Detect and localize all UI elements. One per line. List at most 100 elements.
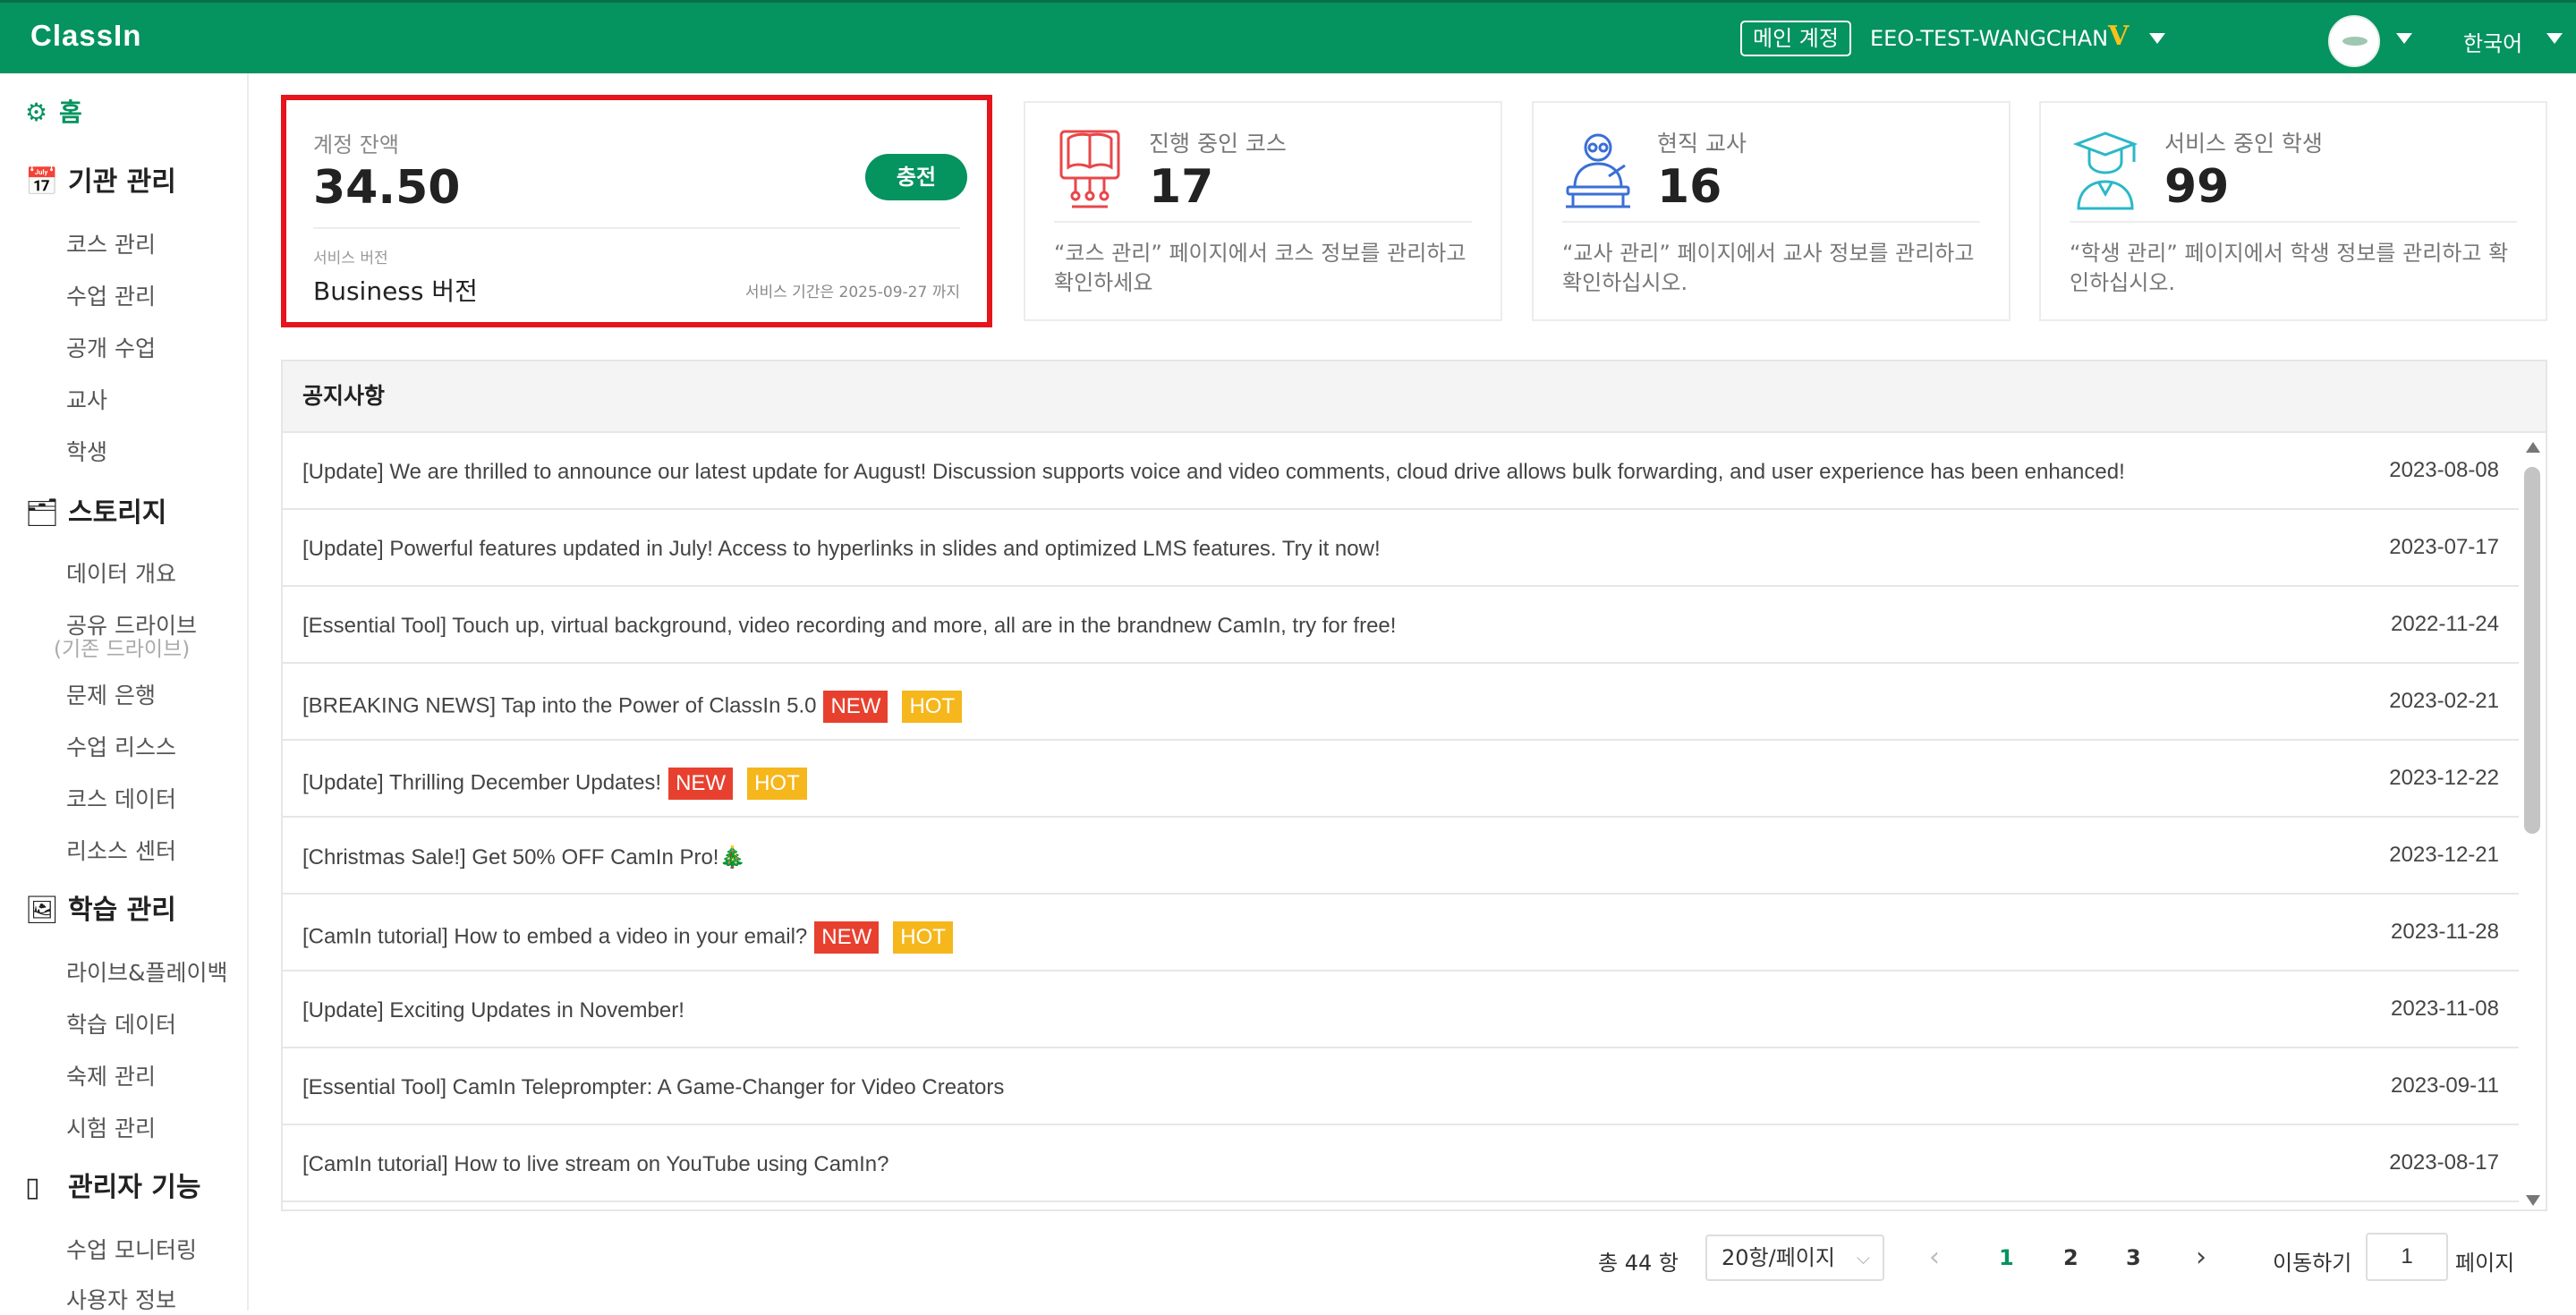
sidebar-section-institution: 📅 기관 관리 <box>25 166 176 198</box>
charge-button[interactable]: 충전 <box>865 154 967 200</box>
notice-title[interactable]: [Update] Thrilling December Updates! NEW H… <box>302 768 807 800</box>
notice-row[interactable]: [BREAKING NEWS] Tap into the Power of Cl… <box>283 664 2519 741</box>
page-3-link[interactable]: 3 <box>2126 1245 2141 1295</box>
sidebar-item-question-bank[interactable]: 문제 은행 <box>66 678 156 710</box>
sidebar: ⚙ 홈 📅 기관 관리 코스 관리 수업 관리 공개 수업 교사 학생 🗂 스토리지 … <box>0 73 249 1313</box>
notice-row[interactable]: [Update] Powerful features updated in Ju… <box>283 510 2519 587</box>
notice-title[interactable]: [Essential Tool] Touch up, virtual backg… <box>302 614 1396 639</box>
notice-date: 2023-12-21 <box>2389 843 2499 867</box>
sidebar-item-course-management[interactable]: 코스 관리 <box>66 227 156 259</box>
notice-title[interactable]: [CamIn tutorial] How to embed a video in… <box>302 921 953 954</box>
notice-date: 2022-11-24 <box>2391 612 2499 636</box>
active-courses-description: “코스 관리” 페이지에서 코스 정보를 관리하고 확인하세요 <box>1054 241 1467 295</box>
language-chevron-down-icon[interactable] <box>2546 33 2563 44</box>
scroll-up-arrow-icon[interactable] <box>2526 442 2540 453</box>
notice-title[interactable]: [Update] We are thrilled to announce our… <box>302 460 2125 485</box>
new-badge: NEW <box>814 921 880 954</box>
active-courses-card[interactable]: 진행 중인 코스 17 “코스 관리” 페이지에서 코스 정보를 관리하고 확인… <box>1024 101 1502 321</box>
scroll-down-arrow-icon[interactable] <box>2526 1195 2540 1206</box>
notice-title[interactable]: [Update] Exciting Updates in November! <box>302 998 684 1023</box>
active-courses-label: 진행 중인 코스 <box>1149 131 1287 157</box>
account-balance-card: 계정 잔액 34.50 충전 서비스 버전 Business 버전 서비스 기간… <box>281 95 992 327</box>
active-students-card[interactable]: 서비스 중인 학생 99 “학생 관리” 페이지에서 학생 정보를 관리하고 확… <box>2039 101 2547 321</box>
sidebar-item-home[interactable]: ⚙ 홈 <box>25 93 82 129</box>
jump-page-input[interactable] <box>2366 1233 2448 1281</box>
service-period: 서비스 기간은 2025-09-27 까지 <box>744 284 960 301</box>
avatar[interactable] <box>2328 15 2380 67</box>
page-1-link[interactable]: 1 <box>1999 1245 2014 1295</box>
sidebar-item-legacy-drive-note: (기존 드라이브) <box>54 638 191 661</box>
active-courses-count: 17 <box>1149 160 1214 214</box>
sidebar-item-learning-data[interactable]: 학습 데이터 <box>66 1007 176 1039</box>
notice-title[interactable]: [Update] Powerful features updated in Ju… <box>302 537 1381 562</box>
chevron-down-icon: ⌵ <box>1856 1247 1870 1268</box>
notice-date: 2023-09-11 <box>2391 1073 2499 1098</box>
vip-icon: V <box>2108 21 2130 52</box>
active-teachers-description: “교사 관리” 페이지에서 교사 정보를 관리하고 확인하십시오. <box>1562 241 1975 295</box>
top-bar: ClassIn 메인 계정 EEO-TEST-WANGCHAN V 한국어 <box>0 0 2576 73</box>
sidebar-item-class-management[interactable]: 수업 관리 <box>66 279 156 311</box>
page-2-link[interactable]: 2 <box>2063 1245 2079 1295</box>
sidebar-item-teachers[interactable]: 교사 <box>66 383 107 415</box>
balance-label: 계정 잔액 <box>313 132 399 157</box>
notice-scrollbar[interactable] <box>2521 435 2544 1209</box>
sidebar-item-class-monitoring[interactable]: 수업 모니터링 <box>66 1233 197 1265</box>
notice-row[interactable]: [Update] Exciting Updates in November! 2… <box>283 971 2519 1048</box>
sidebar-item-data-overview[interactable]: 데이터 개요 <box>66 556 176 589</box>
classin-logo[interactable]: ClassIn <box>30 19 141 53</box>
sidebar-item-class-resources[interactable]: 수업 리스스 <box>66 730 176 762</box>
sidebar-item-exams[interactable]: 시험 관리 <box>66 1111 156 1143</box>
sidebar-item-resource-center[interactable]: 리소스 센터 <box>66 834 176 866</box>
active-teachers-count: 16 <box>1657 160 1722 214</box>
prev-page-icon[interactable]: ‹ <box>1929 1242 1940 1292</box>
teacher-icon <box>1566 133 1630 208</box>
notice-title[interactable]: [CamIn tutorial] How to live stream on Y… <box>302 1152 888 1177</box>
next-page-icon[interactable]: › <box>2196 1242 2206 1292</box>
notice-date: 2023-11-08 <box>2391 997 2499 1021</box>
notice-row[interactable]: [Essential Tool] Touch up, virtual backg… <box>283 587 2519 664</box>
sidebar-item-course-data[interactable]: 코스 데이터 <box>66 782 176 814</box>
service-version-label: 서비스 버전 <box>313 250 388 267</box>
course-screen-icon <box>1059 130 1120 208</box>
notice-date: 2023-08-08 <box>2389 458 2499 482</box>
divider <box>2070 221 2517 223</box>
sidebar-section-storage: 🗂 스토리지 <box>25 497 167 529</box>
avatar-chevron-down-icon[interactable] <box>2396 33 2412 44</box>
active-teachers-card[interactable]: 현직 교사 16 “교사 관리” 페이지에서 교사 정보를 관리하고 확인하십시… <box>1532 101 2011 321</box>
page-suffix-label: 페이지 <box>2455 1251 2515 1276</box>
notice-row[interactable]: [CamIn tutorial] How to live stream on Y… <box>283 1125 2519 1202</box>
folder-icon: 🗂 <box>25 497 60 529</box>
active-students-label: 서비스 중인 학생 <box>2164 131 2323 157</box>
notice-row[interactable]: [Update] We are thrilled to announce our… <box>283 433 2519 510</box>
notice-row[interactable]: [Essential Tool] CamIn Teleprompter: A G… <box>283 1048 2519 1125</box>
hot-badge: HOT <box>902 691 963 723</box>
sidebar-item-students[interactable]: 학생 <box>66 435 107 467</box>
account-chevron-down-icon[interactable] <box>2149 33 2165 44</box>
sidebar-item-homework[interactable]: 숙제 관리 <box>66 1059 156 1091</box>
notice-panel-title: 공지사항 <box>283 361 2546 433</box>
page-size-select[interactable]: 20항/페이지 ⌵ <box>1705 1234 1884 1281</box>
notice-title[interactable]: [Christmas Sale!] Get 50% OFF CamIn Pro!… <box>302 844 745 870</box>
balance-amount: 34.50 <box>313 161 461 215</box>
notice-row[interactable]: [Christmas Sale!] Get 50% OFF CamIn Pro!… <box>283 818 2519 895</box>
scroll-thumb[interactable] <box>2524 467 2540 834</box>
active-teachers-label: 현직 교사 <box>1657 131 1747 157</box>
new-badge: NEW <box>823 691 888 723</box>
notice-date: 2023-07-17 <box>2389 535 2499 559</box>
account-name[interactable]: EEO-TEST-WANGCHAN <box>1870 26 2108 51</box>
sidebar-item-live-playback[interactable]: 라이브&플레이백 <box>66 955 228 988</box>
active-students-count: 99 <box>2164 160 2230 214</box>
notice-row[interactable]: [CamIn tutorial] How to embed a video in… <box>283 895 2519 971</box>
language-selector[interactable]: 한국어 <box>2463 26 2522 57</box>
study-icon: 🖼 <box>25 895 60 926</box>
pagination-total: 총 44 항 <box>1598 1251 1679 1276</box>
notice-title[interactable]: [Essential Tool] CamIn Teleprompter: A G… <box>302 1075 1004 1100</box>
notice-date: 2023-02-21 <box>2389 689 2499 713</box>
notice-panel: 공지사항 [Update] We are thrilled to announc… <box>281 360 2547 1211</box>
notice-title[interactable]: [BREAKING NEWS] Tap into the Power of Cl… <box>302 691 963 723</box>
notice-row[interactable]: [Update] Thrilling December Updates! NEW H… <box>283 741 2519 818</box>
divider <box>1054 221 1472 223</box>
sidebar-item-open-class[interactable]: 공개 수업 <box>66 331 156 363</box>
main-account-badge[interactable]: 메인 계정 <box>1740 21 1851 56</box>
hot-badge: HOT <box>893 921 953 954</box>
